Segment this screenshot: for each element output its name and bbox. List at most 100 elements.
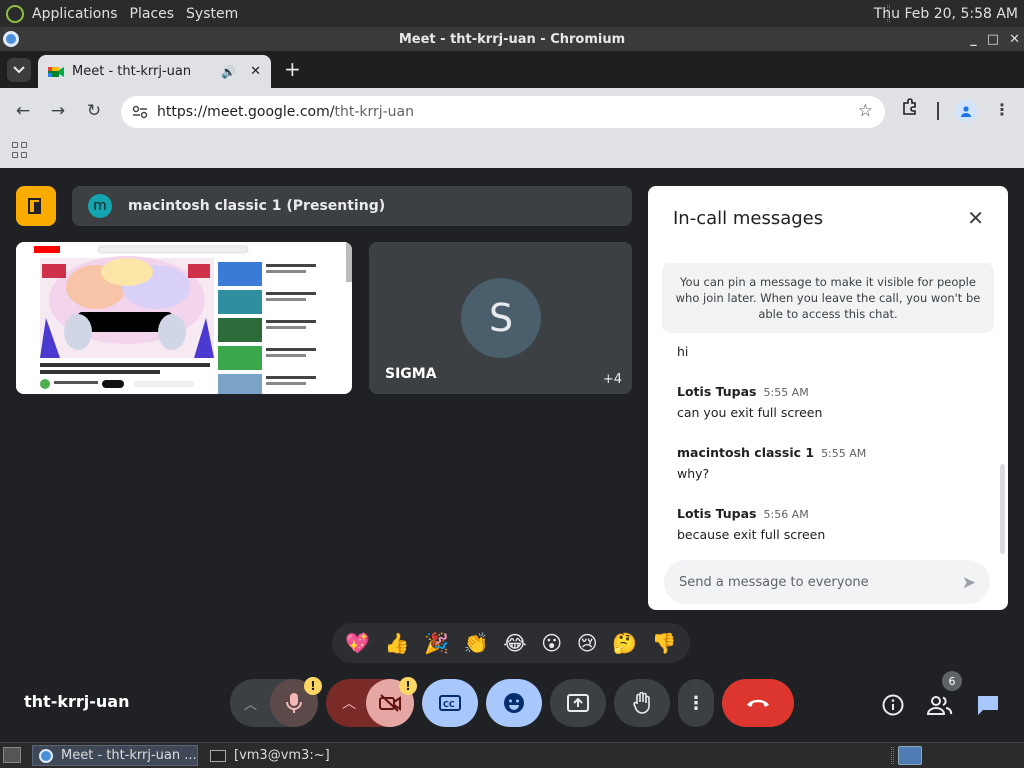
forward-arrow-icon[interactable]: → (43, 96, 73, 126)
in-call-messages-panel: In-call messages ✕ You can pin a message… (648, 186, 1008, 610)
tab-title: Meet - tht-krrj-uan (72, 64, 192, 79)
taskbar-window-terminal[interactable]: [vm3@vm3:~] (206, 745, 376, 766)
send-icon[interactable]: ➤ (962, 573, 976, 593)
window-controls: _ □ ✕ (970, 27, 1020, 51)
close-icon[interactable]: ✕ (967, 206, 984, 230)
chat-message-text: why? (677, 466, 710, 481)
workspace-switcher-icon[interactable] (898, 746, 922, 765)
people-icon (927, 696, 953, 715)
site-info-icon[interactable] (129, 101, 151, 123)
presenting-banner[interactable]: m macintosh classic 1 (Presenting) (72, 186, 632, 226)
participant-tile[interactable]: S SIGMA +4 (369, 242, 632, 394)
speaker-icon[interactable]: 🔊 (221, 65, 236, 79)
people-button[interactable] (926, 691, 954, 719)
window-titlebar[interactable]: Meet - tht-krrj-uan - Chromium _ □ ✕ (0, 27, 1024, 51)
url-path: tht-krrj-uan (334, 104, 415, 120)
reaction-thinking[interactable]: 🤔 (612, 631, 637, 655)
extensions-puzzle-icon[interactable] (901, 98, 919, 120)
bookmark-star-icon[interactable]: ☆ (858, 101, 873, 121)
maximize-button[interactable]: □ (987, 32, 999, 47)
reaction-thumbs-up[interactable]: 👍 (385, 631, 410, 655)
bookmarks-bar (0, 134, 1024, 168)
meeting-details-button[interactable] (879, 691, 907, 719)
more-vert-icon: ⋮ (687, 692, 705, 714)
minimize-button[interactable]: _ (970, 32, 977, 47)
camera-off-icon (379, 694, 401, 712)
url-host: https://meet.google.com/ (157, 104, 335, 120)
browser-tab[interactable]: Meet - tht-krrj-uan 🔊 ✕ (38, 55, 271, 88)
participant-avatar: S (461, 278, 541, 358)
reload-icon[interactable]: ↻ (79, 96, 109, 126)
close-window-button[interactable]: ✕ (1009, 32, 1020, 47)
screen-share-tile[interactable] (16, 242, 352, 394)
raise-hand-button[interactable] (614, 679, 670, 727)
chat-scrollbar[interactable] (1000, 464, 1005, 554)
tab-search-button[interactable] (7, 58, 31, 82)
applications-menu[interactable]: Applications (26, 6, 124, 22)
more-options-button[interactable]: ⋮ (678, 679, 714, 727)
chevron-up-icon[interactable]: ︿ (244, 694, 257, 713)
back-arrow-icon[interactable]: ← (8, 96, 38, 126)
chat-message-input[interactable] (679, 574, 939, 590)
toolbar-divider (937, 102, 939, 120)
reaction-clap[interactable]: 👏 (464, 631, 489, 655)
send-reaction-button[interactable] (486, 679, 542, 727)
google-meet-icon (48, 66, 64, 77)
meet-stage: m macintosh classic 1 (Presenting) S SIG… (0, 168, 1024, 742)
chat-message-text: can you exit full screen (677, 405, 823, 420)
chevron-up-icon[interactable]: ︿ (342, 693, 356, 713)
chrome-menu-icon[interactable]: ⋮ (994, 100, 1010, 119)
chat-message-text: hi (677, 344, 689, 359)
tab-strip: Meet - tht-krrj-uan 🔊 ✕ + (0, 51, 1024, 88)
browser-toolbar: ← → ↻ https://meet.google.com/tht-krrj-u… (0, 88, 1024, 134)
taskbar-window-label: Meet - tht-krrj-uan ... (61, 748, 197, 763)
more-participants-count[interactable]: +4 (603, 372, 622, 387)
presenter-avatar: m (88, 194, 112, 218)
chat-button[interactable] (974, 691, 1002, 719)
chat-pin-notice: You can pin a message to make it visible… (662, 263, 994, 333)
reaction-surprised[interactable]: 😮 (541, 631, 562, 655)
reaction-laugh[interactable]: 😂 (503, 631, 526, 655)
chat-message-header: Lotis Tupas 5:56 AM (677, 506, 809, 521)
places-menu[interactable]: Places (124, 6, 181, 22)
reaction-party[interactable]: 🎉 (424, 631, 449, 655)
emoji-smile-icon (504, 693, 524, 713)
reaction-heart[interactable]: 💖 (345, 631, 370, 655)
new-tab-button[interactable]: + (284, 57, 301, 81)
reaction-thumbs-down[interactable]: 👎 (652, 631, 677, 655)
chat-time: 5:55 AM (821, 447, 867, 460)
leave-call-button[interactable] (722, 679, 794, 727)
url-text: https://meet.google.com/tht-krrj-uan (157, 104, 414, 120)
svg-text:CC: CC (443, 700, 455, 709)
panel-clock[interactable]: Thu Feb 20, 5:58 AM (874, 0, 1018, 27)
people-count-badge: 6 (942, 671, 962, 691)
chat-message-header: macintosh classic 1 5:55 AM (677, 445, 866, 460)
present-screen-icon (567, 694, 589, 712)
present-now-button[interactable] (550, 679, 606, 727)
chat-time: 5:56 AM (763, 508, 809, 521)
shared-screen-image (16, 242, 352, 394)
chromium-icon (3, 31, 19, 47)
chevron-down-icon (13, 66, 25, 74)
reaction-sad[interactable]: 😢 (577, 631, 598, 655)
microphone-icon (286, 693, 302, 713)
presentation-icon[interactable] (16, 186, 56, 226)
chat-title: In-call messages (673, 208, 824, 229)
profile-avatar-icon[interactable] (955, 100, 977, 122)
reaction-bar: 💖 👍 🎉 👏 😂 😮 😢 🤔 👎 (332, 623, 690, 663)
system-menu[interactable]: System (180, 6, 244, 22)
taskbar-window-meet[interactable]: Meet - tht-krrj-uan ... (32, 745, 198, 766)
chat-sender: Lotis Tupas (677, 506, 757, 521)
chromium-icon (39, 748, 53, 763)
tab-close-icon[interactable]: ✕ (250, 64, 261, 79)
show-desktop-icon[interactable] (3, 747, 21, 763)
gnome-foot-icon[interactable] (6, 4, 24, 23)
omnibox[interactable]: https://meet.google.com/tht-krrj-uan ☆ (121, 96, 885, 128)
chat-time: 5:55 AM (763, 386, 809, 399)
chat-bubble-icon (978, 696, 998, 715)
chat-sender: Lotis Tupas (677, 384, 757, 399)
apps-grid-icon[interactable] (12, 142, 28, 158)
chat-input-box: ➤ (664, 560, 990, 604)
window-title: Meet - tht-krrj-uan - Chromium (398, 31, 626, 47)
captions-button[interactable]: CC (422, 679, 478, 727)
